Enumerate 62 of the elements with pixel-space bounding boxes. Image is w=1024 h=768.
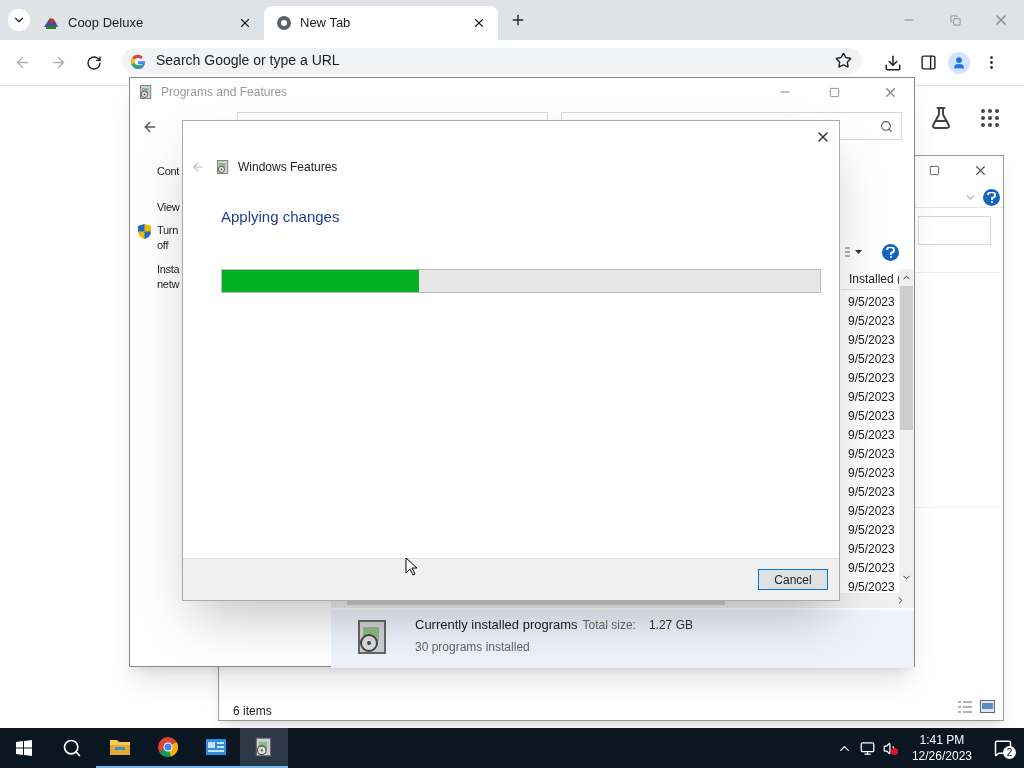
date-cell-text: 9/5/2023 <box>848 579 895 596</box>
status-text: 6 items <box>233 703 272 720</box>
program-count: 30 programs installed <box>415 638 531 656</box>
side-panel-icon[interactable] <box>920 54 937 71</box>
size-value: 1.27 GB <box>648 617 693 634</box>
date-cell-text: 9/5/2023 <box>848 313 895 330</box>
task-link[interactable]: Cont <box>157 164 180 179</box>
date-cell-text: 9/5/2023 <box>848 503 895 520</box>
network-icon[interactable] <box>859 740 875 756</box>
close-tab-icon[interactable] <box>238 16 252 30</box>
date-cell-text: 9/5/2023 <box>848 484 895 501</box>
browser-tab[interactable]: New Tab <box>264 6 498 40</box>
date-cell-text: 9/5/2023 <box>848 332 895 349</box>
maximize-icon[interactable] <box>829 86 840 98</box>
search-icon <box>880 120 893 133</box>
flask-icon[interactable] <box>929 106 953 130</box>
close-tab-icon[interactable] <box>472 16 486 30</box>
task-link[interactable]: View <box>157 200 180 215</box>
mouse-cursor <box>405 557 417 576</box>
date-cell-text: 9/5/2023 <box>848 541 895 558</box>
program-icon <box>138 84 154 100</box>
muted-volume-icon[interactable] <box>882 740 898 756</box>
date-cell-text: 9/5/2023 <box>848 389 895 406</box>
clock[interactable]: 1:41 PM 12/26/2023 <box>907 732 976 764</box>
tiles-view-icon[interactable] <box>980 700 995 713</box>
details-title: Currently installed programs <box>415 616 578 634</box>
download-icon[interactable] <box>884 53 902 72</box>
bird-icon <box>42 15 60 31</box>
close-icon[interactable] <box>973 163 988 178</box>
date-cell-text: 9/5/2023 <box>848 408 895 425</box>
date-cell-text: 9/5/2023 <box>848 446 895 463</box>
date-cell-text: 9/5/2023 <box>848 370 895 387</box>
dialog-title: Windows Features <box>238 159 338 176</box>
date-cell-text: 9/5/2023 <box>848 351 895 368</box>
task-link[interactable]: Insta netw <box>157 262 180 292</box>
vertical-scrollbar[interactable] <box>899 269 914 593</box>
browser-tab[interactable]: Coop Deluxe <box>30 6 264 40</box>
tab-search-button[interactable] <box>8 9 30 31</box>
maximize-icon[interactable] <box>929 165 940 176</box>
address-bar[interactable]: Search Google or type a URL <box>122 47 862 74</box>
date-cell-text: 9/5/2023 <box>848 427 895 444</box>
new-tab-icon[interactable] <box>510 12 526 28</box>
date-cell-text: 9/5/2023 <box>848 560 895 577</box>
help-icon[interactable] <box>882 244 899 261</box>
date-cell-text: 9/5/2023 <box>848 294 895 311</box>
windows-features-icon[interactable] <box>240 728 288 768</box>
apps-icon[interactable] <box>978 106 1002 130</box>
status-heading: Applying changes <box>221 207 340 227</box>
window-title: Programs and Features <box>161 84 288 101</box>
features-icon <box>215 159 231 175</box>
date-cell-text: 9/5/2023 <box>848 522 895 539</box>
back-icon[interactable] <box>142 119 158 135</box>
size-label: Total size: <box>582 617 636 634</box>
view-options-icon[interactable] <box>845 247 865 257</box>
google-icon <box>130 52 146 69</box>
help-icon[interactable] <box>983 189 1000 206</box>
shield-icon <box>137 223 152 240</box>
task-link[interactable]: Turn off <box>157 223 178 253</box>
bookmark-star-icon[interactable] <box>835 52 852 69</box>
date-cell-text: 9/5/2023 <box>848 465 895 482</box>
cancel-button[interactable]: Cancel <box>758 569 828 590</box>
search-field[interactable] <box>918 216 991 245</box>
